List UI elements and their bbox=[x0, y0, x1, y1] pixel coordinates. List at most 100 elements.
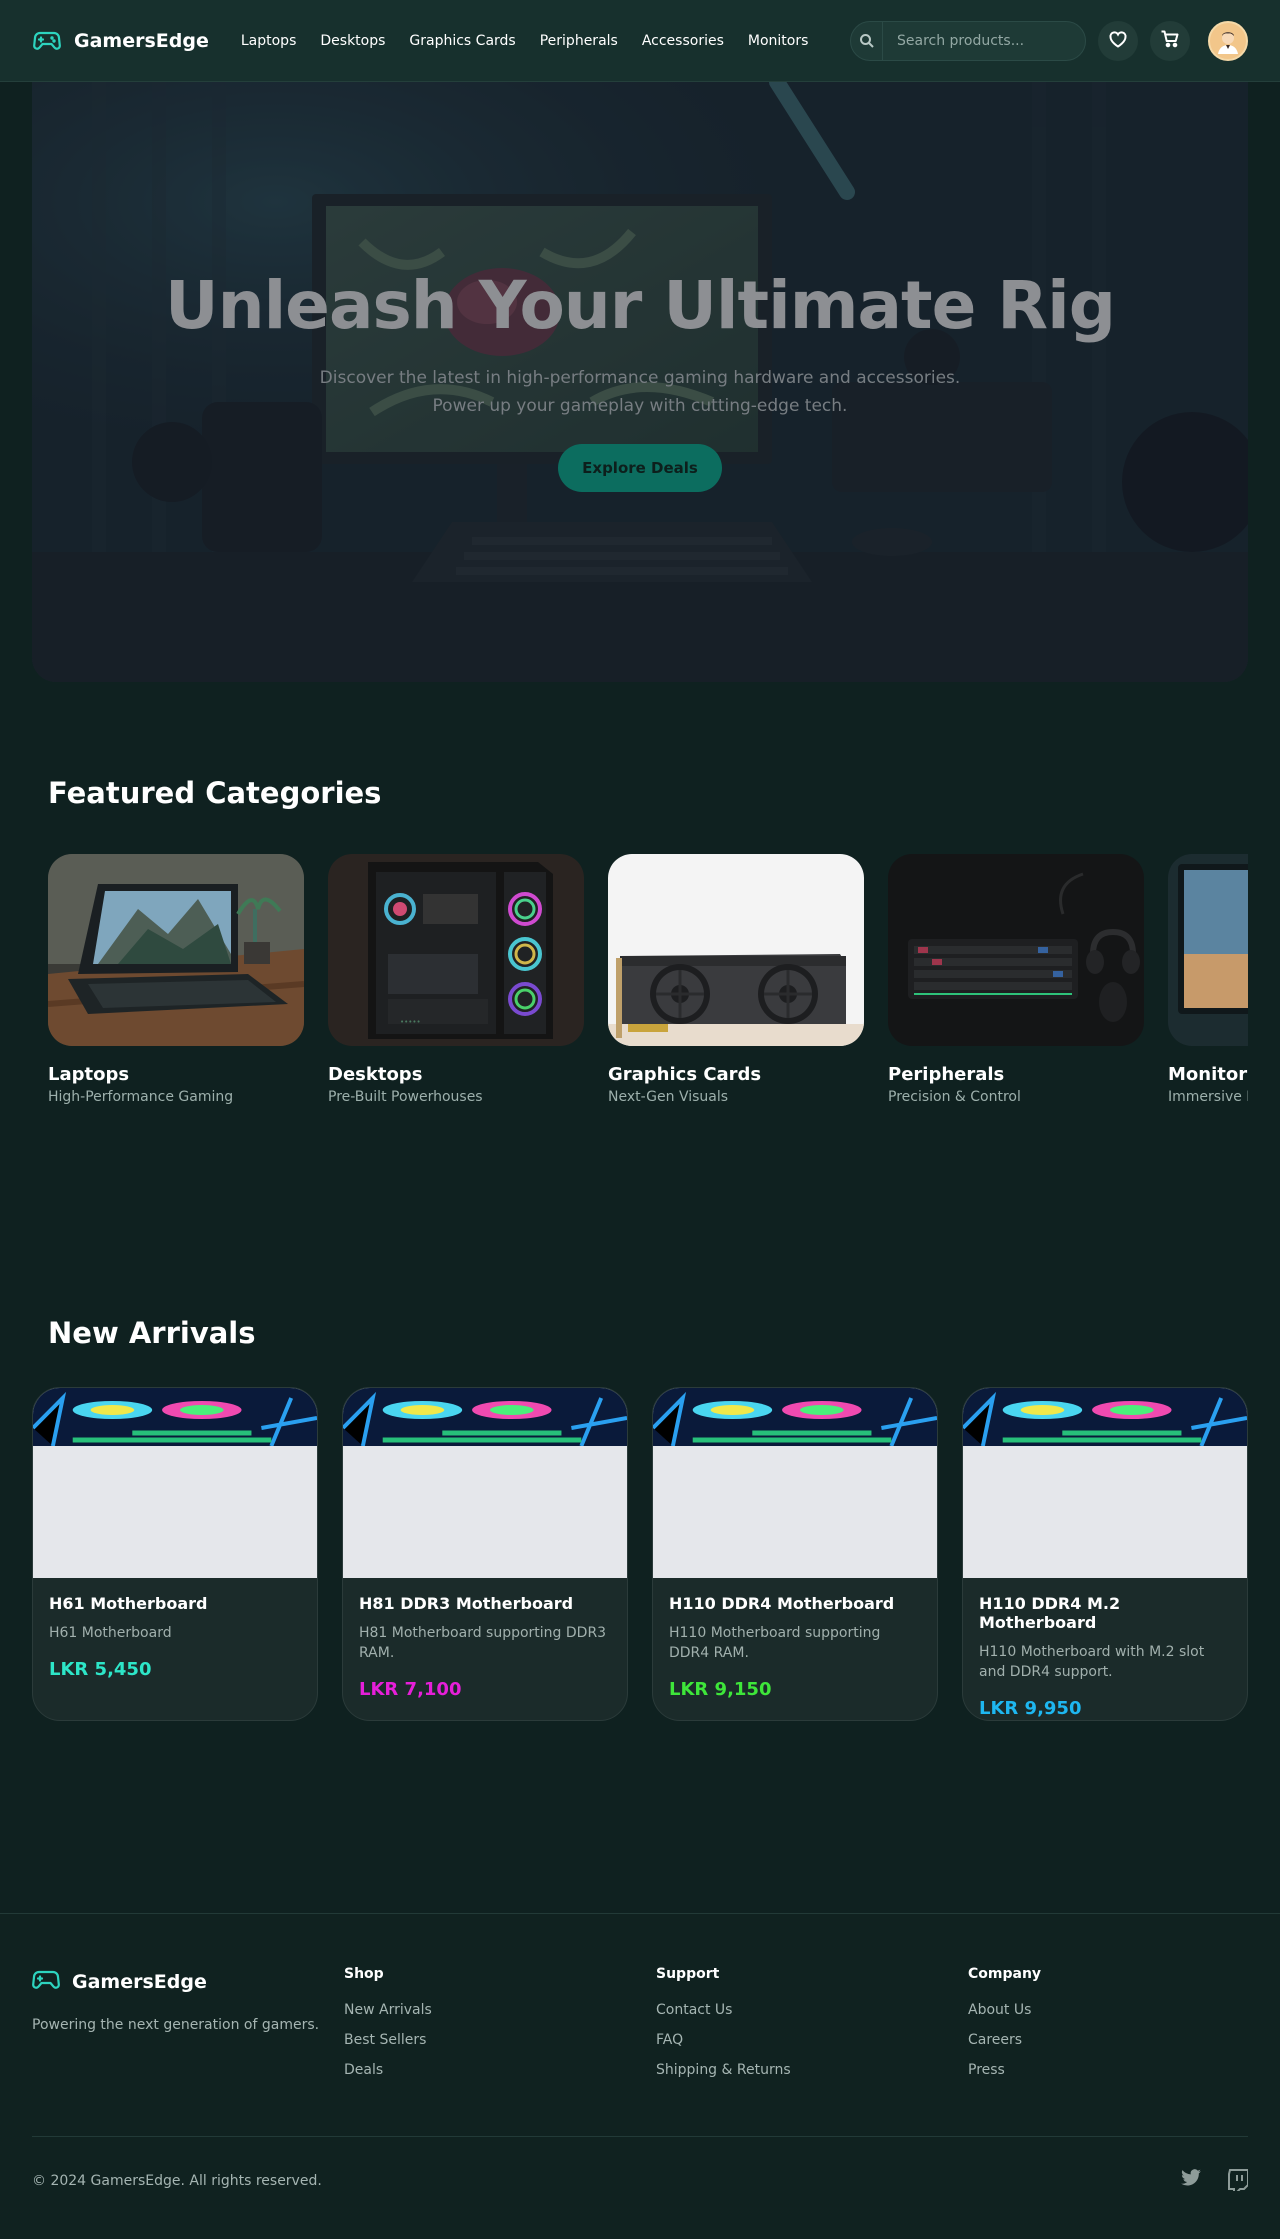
gamepad-icon bbox=[32, 1969, 60, 1995]
category-laptops[interactable]: Laptops High-Performance Gaming bbox=[48, 854, 304, 1114]
category-name: Peripherals bbox=[888, 1064, 1005, 1085]
product-image bbox=[343, 1388, 627, 1578]
twitter-icon[interactable] bbox=[1180, 2169, 1202, 2195]
svg-text:•••••: ••••• bbox=[400, 1018, 421, 1026]
heart-icon bbox=[1108, 30, 1128, 52]
product-image bbox=[653, 1388, 937, 1578]
desktop-image: ••••• bbox=[328, 854, 584, 1046]
user-avatar[interactable] bbox=[1208, 20, 1248, 61]
product-name: H81 DDR3 Motherboard bbox=[359, 1594, 574, 1613]
product-grid: H61 Motherboard H61 Motherboard LKR 5,45… bbox=[32, 1387, 1248, 1721]
product-desc: H61 Motherboard bbox=[49, 1625, 172, 1641]
search-box bbox=[850, 20, 1086, 61]
category-name: Graphics Cards bbox=[608, 1064, 762, 1085]
footer-tagline: Powering the next generation of gamers. bbox=[32, 2017, 320, 2033]
gamepad-icon bbox=[32, 26, 62, 56]
footer-link-faq[interactable]: FAQ bbox=[656, 2032, 791, 2048]
brand-name: GamersEdge bbox=[74, 29, 209, 52]
product-card[interactable]: H81 DDR3 Motherboard H81 Motherboard sup… bbox=[342, 1387, 628, 1721]
monitor-image bbox=[1168, 854, 1248, 1046]
category-name: Monitors bbox=[1168, 1064, 1248, 1085]
nav-desktops[interactable]: Desktops bbox=[320, 33, 385, 49]
footer-col-shop: Shop New Arrivals Best Sellers Deals bbox=[344, 1966, 432, 2092]
footer-link-new-arrivals[interactable]: New Arrivals bbox=[344, 2002, 432, 2018]
footer-brand-name: GamersEdge bbox=[72, 1971, 207, 1993]
footer-link-shipping[interactable]: Shipping & Returns bbox=[656, 2062, 791, 2078]
rgb-build-image bbox=[343, 1388, 627, 1446]
category-desc: Precision & Control bbox=[888, 1089, 1021, 1105]
footer-col-title: Shop bbox=[344, 1966, 384, 1982]
footer-link-careers[interactable]: Careers bbox=[968, 2032, 1041, 2048]
hero-subtitle-line1: Discover the latest in high-performance … bbox=[319, 368, 961, 388]
footer-link-best-sellers[interactable]: Best Sellers bbox=[344, 2032, 432, 2048]
cart-icon bbox=[1160, 29, 1180, 53]
twitch-icon[interactable] bbox=[1228, 2169, 1249, 2195]
footer-link-contact[interactable]: Contact Us bbox=[656, 2002, 791, 2018]
category-desktops[interactable]: ••••• Desktops Pre-Built Powerhouses bbox=[328, 854, 584, 1114]
product-price: LKR 9,950 bbox=[979, 1698, 1082, 1719]
product-card[interactable]: H110 DDR4 Motherboard H110 Motherboard s… bbox=[652, 1387, 938, 1721]
site-footer: GamersEdge Powering the next generation … bbox=[0, 1913, 1280, 2239]
hero-banner: Unleash Your Ultimate Rig Discover the l… bbox=[32, 82, 1248, 682]
category-name: Laptops bbox=[48, 1064, 130, 1085]
social-links bbox=[1180, 2169, 1249, 2195]
featured-categories-title: Featured Categories bbox=[48, 776, 382, 810]
product-name: H110 DDR4 M.2 Motherboard bbox=[979, 1594, 1121, 1632]
footer-brand: GamersEdge Powering the next generation … bbox=[32, 1969, 319, 2033]
main-nav: Laptops Desktops Graphics Cards Peripher… bbox=[241, 33, 809, 49]
explore-deals-button[interactable]: Explore Deals bbox=[558, 444, 722, 492]
category-desc: Pre-Built Powerhouses bbox=[328, 1089, 483, 1105]
category-carousel: Laptops High-Performance Gaming ••••• De… bbox=[48, 854, 1248, 1114]
product-image bbox=[963, 1388, 1247, 1578]
footer-link-deals[interactable]: Deals bbox=[344, 2062, 432, 2078]
footer-col-title: Company bbox=[968, 1966, 1042, 1982]
category-graphics-cards[interactable]: Graphics Cards Next-Gen Visuals bbox=[608, 854, 864, 1114]
search-icon[interactable] bbox=[851, 21, 883, 60]
wishlist-button[interactable] bbox=[1098, 20, 1138, 61]
rgb-build-image bbox=[653, 1388, 937, 1446]
footer-link-press[interactable]: Press bbox=[968, 2062, 1041, 2078]
footer-col-company: Company About Us Careers Press bbox=[968, 1966, 1041, 2092]
copyright-text: © 2024 GamersEdge. All rights reserved. bbox=[32, 2173, 322, 2189]
footer-col-title: Support bbox=[656, 1966, 720, 1982]
product-desc: H110 Motherboard with M.2 slot and DDR4 … bbox=[979, 1644, 1205, 1680]
product-name: H110 DDR4 Motherboard bbox=[669, 1594, 895, 1613]
hero-subtitle: Discover the latest in high-performance … bbox=[280, 364, 1000, 420]
category-peripherals[interactable]: Peripherals Precision & Control bbox=[888, 854, 1144, 1114]
product-price: LKR 5,450 bbox=[49, 1659, 152, 1680]
hero-content: Unleash Your Ultimate Rig Discover the l… bbox=[32, 267, 1248, 492]
product-price: LKR 9,150 bbox=[669, 1679, 772, 1700]
cart-button[interactable] bbox=[1150, 20, 1190, 61]
rgb-build-image bbox=[963, 1388, 1247, 1446]
nav-accessories[interactable]: Accessories bbox=[642, 33, 724, 49]
nav-monitors[interactable]: Monitors bbox=[748, 33, 809, 49]
new-arrivals-title: New Arrivals bbox=[48, 1316, 256, 1350]
product-price: LKR 7,100 bbox=[359, 1679, 462, 1700]
product-card[interactable]: H61 Motherboard H61 Motherboard LKR 5,45… bbox=[32, 1387, 318, 1721]
footer-col-support: Support Contact Us FAQ Shipping & Return… bbox=[656, 1966, 791, 2092]
laptop-image bbox=[48, 854, 304, 1046]
search-input[interactable] bbox=[883, 21, 1085, 60]
rgb-build-image bbox=[33, 1388, 317, 1446]
hero-title: Unleash Your Ultimate Rig bbox=[164, 267, 1116, 344]
product-desc: H81 Motherboard supporting DDR3 RAM. bbox=[359, 1625, 607, 1661]
nav-peripherals[interactable]: Peripherals bbox=[540, 33, 618, 49]
footer-link-about[interactable]: About Us bbox=[968, 2002, 1041, 2018]
header-actions bbox=[850, 20, 1248, 61]
product-card[interactable]: H110 DDR4 M.2 Motherboard H110 Motherboa… bbox=[962, 1387, 1248, 1721]
peripherals-image bbox=[888, 854, 1144, 1046]
nav-laptops[interactable]: Laptops bbox=[241, 33, 297, 49]
category-monitors[interactable]: Monitors Immersive D bbox=[1168, 854, 1248, 1114]
hero-subtitle-line2: Power up your gameplay with cutting-edge… bbox=[432, 396, 848, 416]
brand-logo[interactable]: GamersEdge bbox=[32, 26, 209, 56]
footer-divider bbox=[32, 2136, 1248, 2137]
nav-graphics-cards[interactable]: Graphics Cards bbox=[409, 33, 515, 49]
category-desc: Immersive D bbox=[1168, 1089, 1248, 1105]
product-image bbox=[33, 1388, 317, 1578]
category-name: Desktops bbox=[328, 1064, 423, 1085]
category-desc: Next-Gen Visuals bbox=[608, 1089, 729, 1105]
product-name: H61 Motherboard bbox=[49, 1594, 208, 1613]
product-desc: H110 Motherboard supporting DDR4 RAM. bbox=[669, 1625, 881, 1661]
category-desc: High-Performance Gaming bbox=[48, 1089, 234, 1105]
site-header: GamersEdge Laptops Desktops Graphics Car… bbox=[0, 0, 1280, 82]
